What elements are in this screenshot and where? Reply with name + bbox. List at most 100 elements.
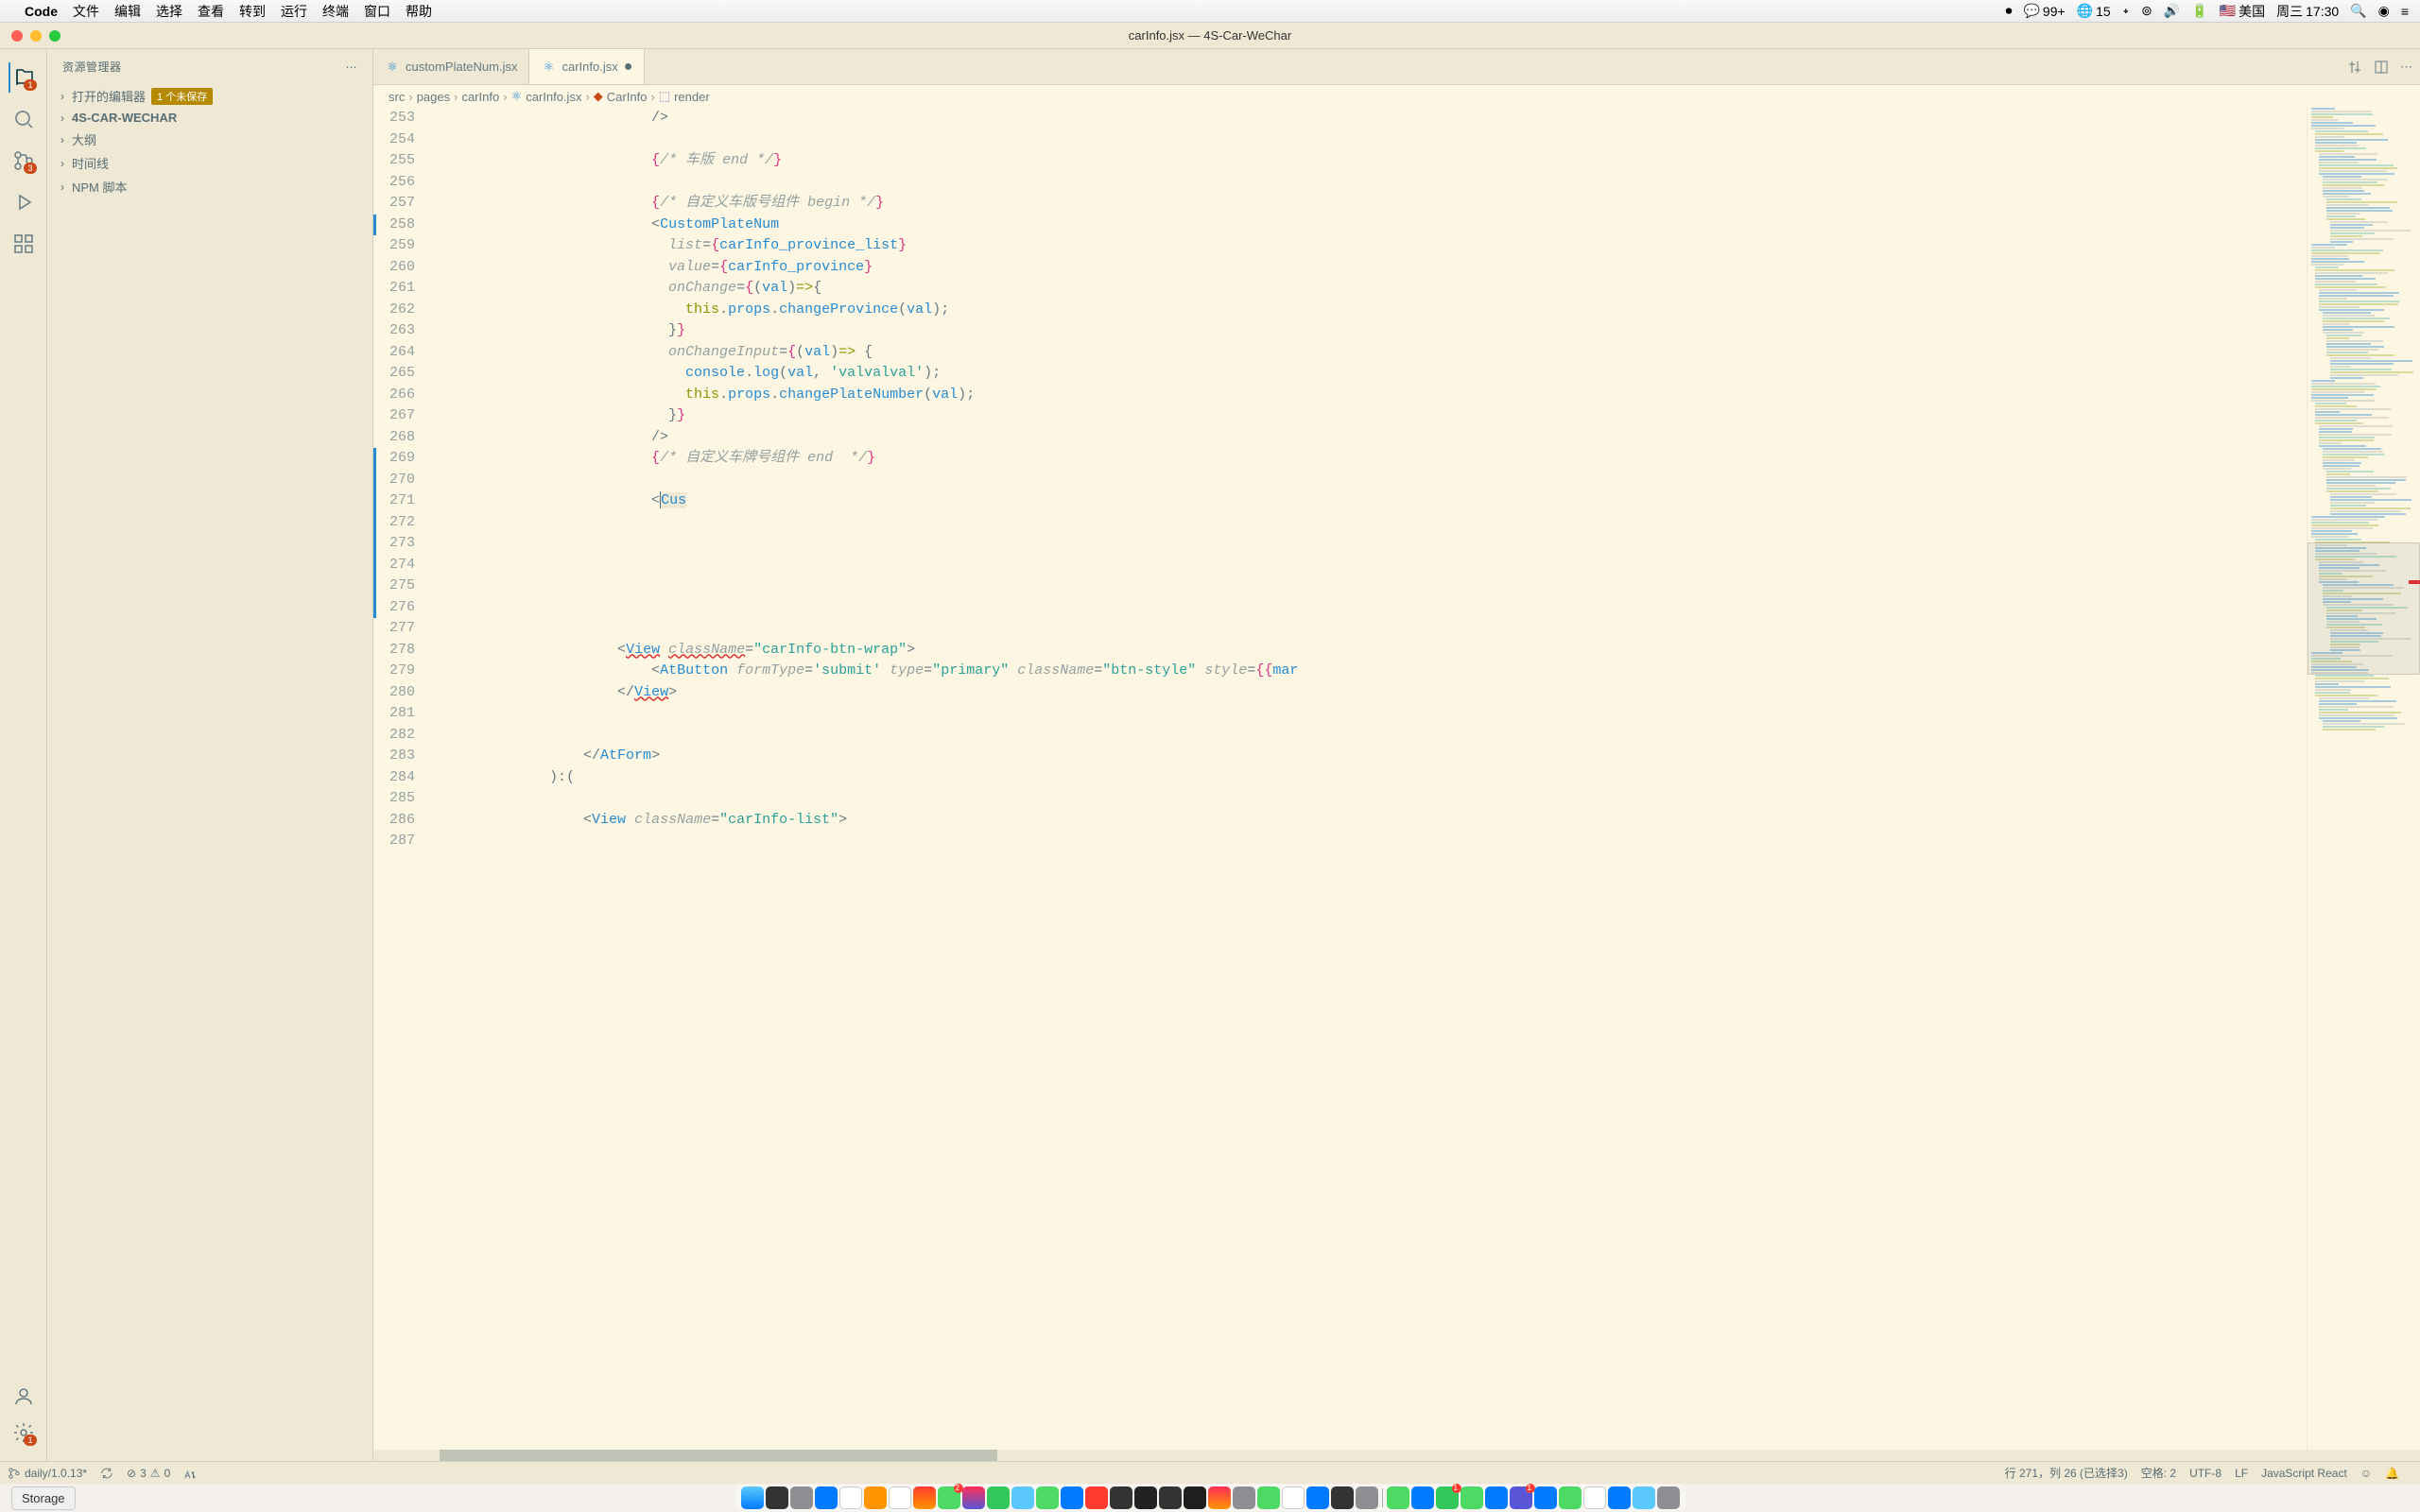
- dock-app[interactable]: [1184, 1486, 1206, 1509]
- record-icon[interactable]: ⏺: [2005, 3, 2012, 19]
- tab-carinfo[interactable]: ⚛ carInfo.jsx ●: [529, 49, 645, 84]
- input-method[interactable]: 🇺🇸 美国: [2220, 2, 2265, 21]
- tab-customplatenum[interactable]: ⚛ customPlateNum.jsx: [373, 49, 529, 84]
- eol[interactable]: LF: [2235, 1465, 2248, 1481]
- maximize-window-button[interactable]: [49, 30, 60, 42]
- dock-terminal[interactable]: [1134, 1486, 1157, 1509]
- scrollbar-thumb[interactable]: [440, 1450, 997, 1461]
- dock-app[interactable]: [913, 1486, 936, 1509]
- cursor-position[interactable]: 行 271，列 26 (已选择3): [2005, 1465, 2128, 1481]
- dock-app[interactable]: [1534, 1486, 1557, 1509]
- dock-app[interactable]: [1411, 1486, 1434, 1509]
- menu-window[interactable]: 窗口: [364, 2, 390, 21]
- problems-indicator[interactable]: ⊘ 3 ⚠ 0: [127, 1467, 170, 1480]
- dock-app[interactable]: [1559, 1486, 1582, 1509]
- dock-appstore[interactable]: [1061, 1486, 1083, 1509]
- compare-changes-icon[interactable]: [2347, 60, 2362, 75]
- encoding[interactable]: UTF-8: [2189, 1465, 2221, 1481]
- dock-app[interactable]: [962, 1486, 985, 1509]
- language-mode[interactable]: JavaScript React: [2261, 1465, 2347, 1481]
- minimize-window-button[interactable]: [30, 30, 42, 42]
- dock-settings[interactable]: [1356, 1486, 1378, 1509]
- menu-selection[interactable]: 选择: [156, 2, 182, 21]
- activity-account[interactable]: [9, 1382, 39, 1412]
- bluetooth-icon[interactable]: ᛭: [2122, 4, 2130, 19]
- more-actions-icon[interactable]: ⋯: [2400, 60, 2412, 75]
- dock-finder[interactable]: [741, 1486, 764, 1509]
- siri-icon[interactable]: ◉: [2378, 3, 2390, 19]
- dock-app[interactable]: [1159, 1486, 1182, 1509]
- dock-app[interactable]: [1110, 1486, 1132, 1509]
- dock-firefox[interactable]: [864, 1486, 887, 1509]
- dock-numbers[interactable]: [987, 1486, 1010, 1509]
- menu-view[interactable]: 查看: [198, 2, 224, 21]
- globe-icon[interactable]: 🌐 15: [2077, 3, 2111, 19]
- app-name[interactable]: Code: [25, 4, 58, 19]
- dock-app[interactable]: [1306, 1486, 1329, 1509]
- menu-edit[interactable]: 编辑: [114, 2, 141, 21]
- battery-icon[interactable]: 🔋: [2191, 3, 2207, 19]
- menu-help[interactable]: 帮助: [406, 2, 432, 21]
- dock-app[interactable]: [1387, 1486, 1409, 1509]
- close-window-button[interactable]: [11, 30, 23, 42]
- activity-search[interactable]: [9, 104, 39, 134]
- feedback-icon[interactable]: ☺: [2360, 1465, 2372, 1481]
- dock-app[interactable]: 2: [938, 1486, 960, 1509]
- dock-trash[interactable]: [1657, 1486, 1680, 1509]
- menu-run[interactable]: 运行: [281, 2, 307, 21]
- spotlight-icon[interactable]: 🔍: [2350, 3, 2366, 19]
- horizontal-scrollbar[interactable]: [373, 1450, 2420, 1461]
- wifi-icon[interactable]: ⊚: [2141, 3, 2152, 19]
- breadcrumbs[interactable]: src › pages › carInfo › ⚛ carInfo.jsx › …: [373, 85, 2420, 108]
- live-share-icon[interactable]: [183, 1467, 197, 1480]
- minimap[interactable]: [2307, 108, 2420, 1450]
- dock-launchpad[interactable]: [790, 1486, 813, 1509]
- dock-wechat[interactable]: [1257, 1486, 1280, 1509]
- dock-appletv[interactable]: [1331, 1486, 1354, 1509]
- minimap-viewport[interactable]: [2308, 542, 2420, 675]
- notifications-icon[interactable]: 🔔: [2385, 1465, 2399, 1481]
- date-time[interactable]: 周三 17:30: [2276, 2, 2339, 21]
- dock-app[interactable]: [1011, 1486, 1034, 1509]
- code-editor[interactable]: 2532542552562572582592602612622632642652…: [373, 108, 2420, 1450]
- dock-app[interactable]: [1583, 1486, 1606, 1509]
- dock-app[interactable]: [766, 1486, 788, 1509]
- activity-run-debug[interactable]: [9, 187, 39, 217]
- dock-notes[interactable]: [889, 1486, 911, 1509]
- code-content[interactable]: /> {/* 车版 end */} {/* 自定义车版号组件 begin */}…: [430, 108, 2307, 1450]
- explorer-badge: 1: [24, 79, 36, 91]
- dock-app[interactable]: [1461, 1486, 1483, 1509]
- tree-timeline[interactable]: › 时间线: [47, 151, 372, 175]
- tree-workspace[interactable]: › 4S-CAR-WECHAR: [47, 108, 372, 128]
- dock-vscode[interactable]: [1485, 1486, 1508, 1509]
- sync-button[interactable]: [100, 1467, 113, 1480]
- dock-app[interactable]: 1: [1510, 1486, 1532, 1509]
- dock-app[interactable]: [1633, 1486, 1655, 1509]
- activity-explorer[interactable]: 1: [9, 62, 39, 93]
- volume-icon[interactable]: 🔊: [2164, 3, 2180, 19]
- git-branch[interactable]: daily/1.0.13*: [8, 1467, 87, 1480]
- split-editor-icon[interactable]: [2374, 60, 2389, 75]
- activity-extensions[interactable]: [9, 229, 39, 259]
- dock-filezilla[interactable]: [1085, 1486, 1108, 1509]
- dock-safari[interactable]: [815, 1486, 838, 1509]
- notification-center-icon[interactable]: ≡: [2401, 4, 2409, 19]
- wechat-icon[interactable]: 💬 99+: [2023, 3, 2065, 19]
- menu-file[interactable]: 文件: [73, 2, 99, 21]
- tree-open-editors[interactable]: › 打开的编辑器 1 个未保存: [47, 84, 372, 108]
- dock-app[interactable]: [1208, 1486, 1231, 1509]
- dock-app[interactable]: [1233, 1486, 1255, 1509]
- tree-npm-scripts[interactable]: › NPM 脚本: [47, 175, 372, 198]
- dock-app[interactable]: [1036, 1486, 1059, 1509]
- dock-chrome[interactable]: [839, 1486, 862, 1509]
- sidebar-more-icon[interactable]: ⋯: [346, 60, 358, 74]
- menu-terminal[interactable]: 终端: [322, 2, 349, 21]
- dock-app[interactable]: [1282, 1486, 1305, 1509]
- dock-app[interactable]: 1: [1436, 1486, 1459, 1509]
- tree-outline[interactable]: › 大纲: [47, 128, 372, 151]
- activity-settings[interactable]: 1: [9, 1418, 39, 1448]
- indentation[interactable]: 空格: 2: [2141, 1465, 2176, 1481]
- dock-app[interactable]: [1608, 1486, 1631, 1509]
- activity-scm[interactable]: 3: [9, 146, 39, 176]
- menu-go[interactable]: 转到: [239, 2, 266, 21]
